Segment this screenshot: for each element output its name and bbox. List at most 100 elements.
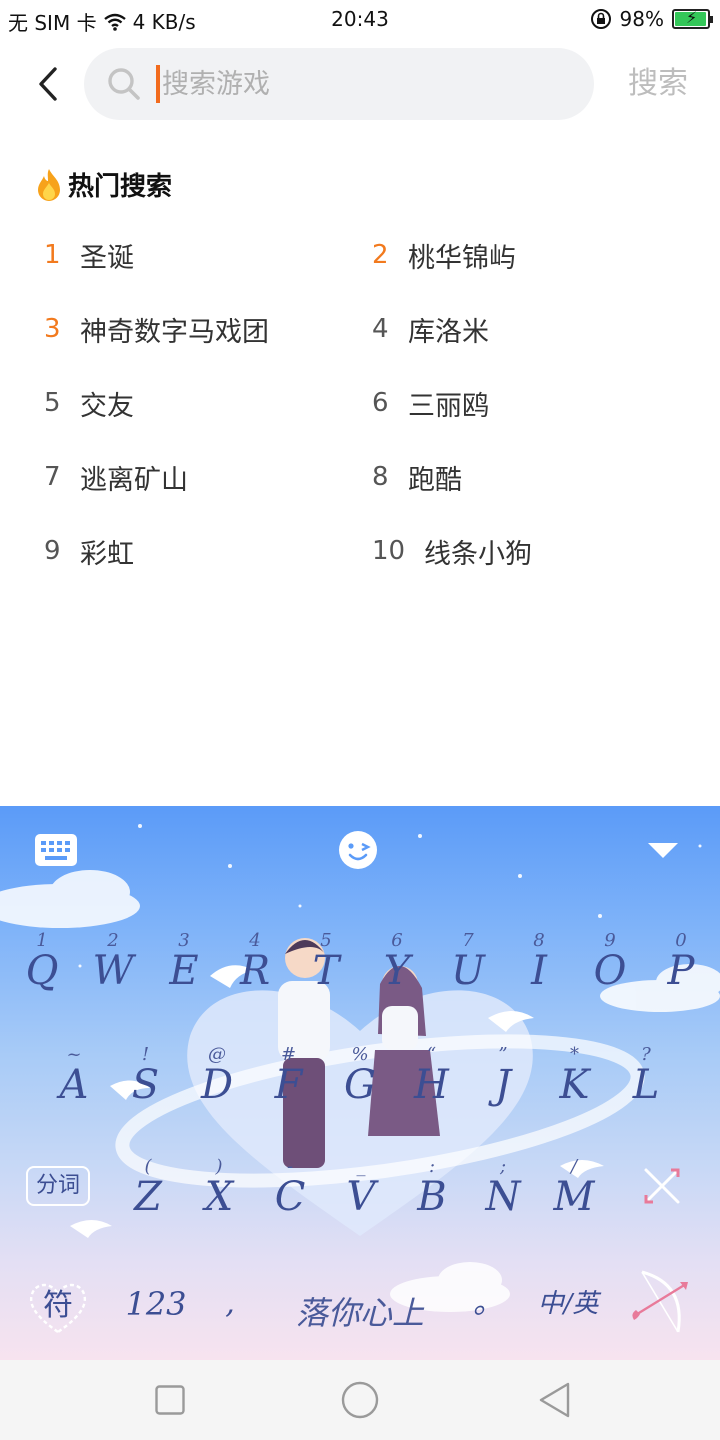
key-label: B xyxy=(417,1174,447,1220)
key-label: E xyxy=(169,948,199,994)
delete-key[interactable] xyxy=(640,1164,684,1208)
key-r[interactable]: 4R xyxy=(225,930,285,1006)
key-label: V xyxy=(346,1174,376,1220)
emoji-button[interactable] xyxy=(338,830,378,870)
key-j[interactable]: ” J xyxy=(473,1044,533,1120)
triangle-back-icon xyxy=(539,1382,570,1418)
key-z[interactable]: (Z xyxy=(118,1156,178,1232)
navigation-bar xyxy=(0,1360,720,1440)
hot-search-item[interactable]: 7 逃离矿山 xyxy=(44,448,372,506)
hot-search-item[interactable]: 2 桃华锦屿 xyxy=(372,226,700,284)
charging-icon: ⚡ xyxy=(686,8,698,27)
key-o[interactable]: 9O xyxy=(580,930,640,1006)
hot-search-label: 逃离矿山 xyxy=(80,464,188,496)
hot-search-item[interactable]: 9 彩虹 xyxy=(44,522,372,580)
key-w[interactable]: 2W xyxy=(83,930,143,1006)
back-button[interactable] xyxy=(26,60,70,108)
text-cursor xyxy=(156,65,160,103)
key-label: P xyxy=(667,948,695,994)
key-v[interactable]: _ V xyxy=(331,1156,391,1232)
symbol-key[interactable]: 符 xyxy=(24,1274,92,1338)
hot-search-rank: 9 xyxy=(44,536,61,566)
key-label: S xyxy=(131,1062,160,1108)
search-submit-button[interactable]: 搜索 xyxy=(610,60,706,108)
circle-icon xyxy=(341,1381,379,1419)
language-switch-key[interactable]: 中/英 xyxy=(528,1280,608,1328)
key-b[interactable]: :B xyxy=(402,1156,462,1232)
key-label: F xyxy=(274,1062,303,1108)
hide-keyboard-button[interactable] xyxy=(646,830,680,870)
key-m[interactable]: / M xyxy=(544,1156,604,1232)
key-label: A xyxy=(59,1062,89,1108)
hot-search-item[interactable]: 1 圣诞 xyxy=(44,226,372,284)
key-label: M xyxy=(553,1174,595,1220)
hot-search-label: 跑酷 xyxy=(408,464,462,496)
key-c[interactable]: -C xyxy=(260,1156,320,1232)
key-d[interactable]: @ D xyxy=(187,1044,247,1120)
back-arrow-icon xyxy=(39,67,57,101)
key-s[interactable]: ! S xyxy=(116,1044,176,1120)
key-label: U xyxy=(451,948,485,994)
hot-search-rank: 7 xyxy=(44,462,61,492)
wink-emoji-icon xyxy=(339,831,377,869)
comma-key[interactable]: , xyxy=(212,1280,248,1328)
key-n[interactable]: ; N xyxy=(473,1156,533,1232)
fire-icon xyxy=(38,168,60,201)
key-label: G xyxy=(344,1062,376,1108)
search-box[interactable] xyxy=(84,48,594,120)
key-t[interactable]: 5T xyxy=(296,930,356,1006)
key-k[interactable]: * K xyxy=(545,1044,605,1120)
hot-search-item[interactable]: 4 库洛米 xyxy=(372,300,700,358)
period-key[interactable]: 。 xyxy=(470,1280,506,1328)
hot-search-label: 桃华锦屿 xyxy=(408,242,516,274)
key-a[interactable]: ~ A xyxy=(44,1044,104,1120)
key-x[interactable]: ) X xyxy=(189,1156,249,1232)
key-p[interactable]: 0P xyxy=(651,930,711,1006)
hot-search-item[interactable]: 6 三丽鸥 xyxy=(372,374,700,432)
key-l[interactable]: ? L xyxy=(616,1044,676,1120)
delete-icon xyxy=(644,1168,680,1204)
hot-search-item[interactable]: 8 跑酷 xyxy=(372,448,700,506)
hot-search-list: 1 圣诞 2 桃华锦屿 3 神奇数字马戏团 4 库洛米 5 交友 6 三丽鸥 7 逃离矿山 8 跑酷 9 彩虹 10… xyxy=(44,226,704,596)
hot-search-item[interactable]: 5 交友 xyxy=(44,374,372,432)
key-f[interactable]: # F xyxy=(259,1044,319,1120)
soft-keyboard: 1 Q 2 W 3 E 4 R 5 T 6 Y 7 U 8 I 9 O 0 P ~ A! S @ D # F% G “H” J * K? L (Z… xyxy=(0,806,720,1360)
chevron-down-icon xyxy=(648,843,678,858)
key-label: C xyxy=(274,1174,306,1220)
hot-search-label: 库洛米 xyxy=(408,316,489,348)
battery-percent: 98% xyxy=(619,7,664,31)
hot-search-item[interactable]: 10 线条小狗 xyxy=(372,522,700,580)
status-bar: 无 SIM 卡 4 KB/s 20:43 98% ⚡ xyxy=(0,0,720,40)
keyboard-switch-button[interactable] xyxy=(34,830,78,870)
symbol-key-label: 符 xyxy=(43,1288,73,1323)
key-label: W xyxy=(92,948,134,994)
key-g[interactable]: % G xyxy=(330,1044,390,1120)
hot-search-rank: 4 xyxy=(372,314,389,344)
key-e[interactable]: 3E xyxy=(154,930,214,1006)
key-i[interactable]: 8I xyxy=(509,930,569,1006)
hot-search-title: 热门搜索 xyxy=(68,172,173,202)
hot-search-rank: 3 xyxy=(44,314,61,344)
key-y[interactable]: 6Y xyxy=(367,930,427,1006)
number-key[interactable]: 123 xyxy=(116,1278,196,1330)
fenci-key[interactable]: 分词 xyxy=(26,1166,90,1206)
search-input[interactable] xyxy=(162,62,562,106)
keyboard-icon xyxy=(35,834,77,866)
space-key[interactable]: 落你心上 xyxy=(270,1288,450,1338)
hot-search-item[interactable]: 3 神奇数字马戏团 xyxy=(44,300,372,358)
hot-search-label: 线条小狗 xyxy=(424,538,532,570)
key-h[interactable]: “H xyxy=(402,1044,462,1120)
space-key-label: 落你心上 xyxy=(295,1294,424,1332)
key-u[interactable]: 7U xyxy=(438,930,498,1006)
back-nav-button[interactable] xyxy=(534,1380,574,1420)
key-q[interactable]: 1Q xyxy=(12,930,72,1006)
hot-search-rank: 2 xyxy=(372,240,389,270)
home-button[interactable] xyxy=(340,1380,380,1420)
hot-search-rank: 5 xyxy=(44,388,61,418)
key-label: O xyxy=(593,948,627,994)
hot-search-heading: 热门搜索 xyxy=(34,166,172,203)
hot-search-rank: 1 xyxy=(44,240,61,270)
hot-search-label: 神奇数字马戏团 xyxy=(80,316,269,348)
enter-key[interactable] xyxy=(628,1264,692,1340)
recent-apps-button[interactable] xyxy=(150,1380,190,1420)
